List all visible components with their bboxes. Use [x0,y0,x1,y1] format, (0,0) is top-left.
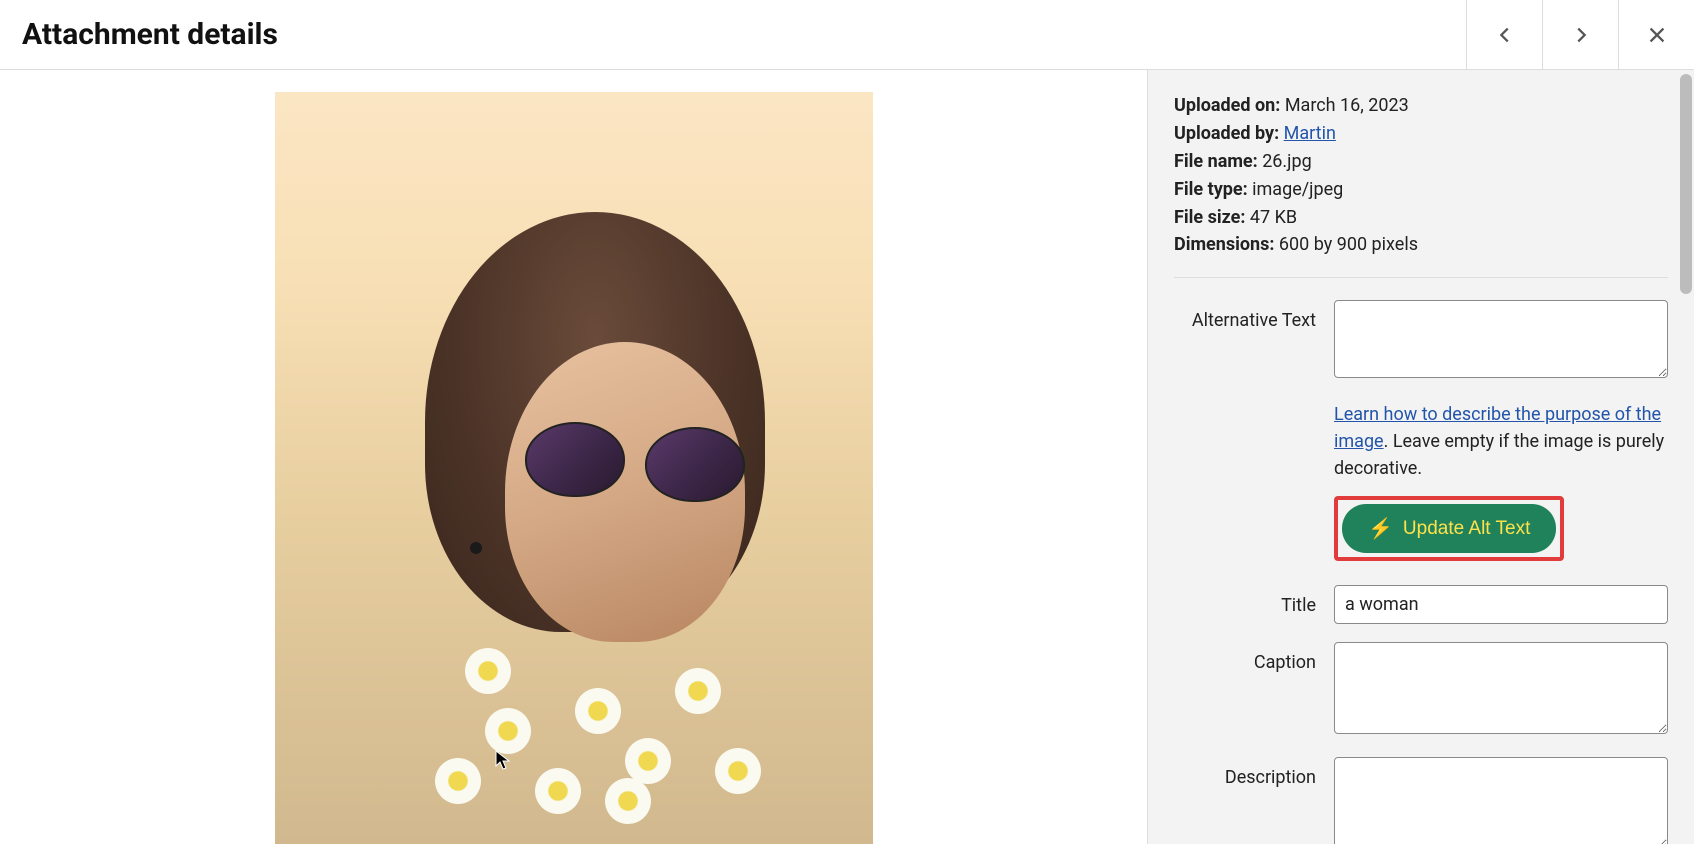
divider [1174,277,1668,278]
modal-content: Uploaded on: March 16, 2023 Uploaded by:… [0,70,1694,844]
bolt-icon: ⚡ [1368,516,1393,541]
uploaded-by-label: Uploaded by: [1174,123,1279,144]
next-button[interactable] [1542,0,1618,69]
close-icon [1646,24,1668,46]
description-label: Description [1174,757,1334,788]
alt-text-input[interactable] [1334,300,1668,378]
prev-button[interactable] [1466,0,1542,69]
chevron-right-icon [1570,24,1592,46]
file-name-label: File name: [1174,151,1258,172]
description-input[interactable] [1334,757,1668,844]
dimensions-value: 600 by 900 pixels [1279,234,1418,255]
description-field: Description [1174,757,1668,844]
modal-header: Attachment details [0,0,1694,70]
dimensions-label: Dimensions: [1174,234,1274,255]
alt-text-label: Alternative Text [1174,300,1334,331]
file-type-label: File type: [1174,179,1248,200]
attachment-image [275,92,873,844]
update-alt-highlight: ⚡ Update Alt Text [1334,496,1564,561]
caption-input[interactable] [1334,642,1668,734]
update-alt-text-label: Update Alt Text [1403,518,1530,540]
header-controls [1466,0,1694,69]
file-type-value: image/jpeg [1252,179,1343,200]
title-input[interactable] [1334,585,1668,624]
attachment-details-modal: Attachment details [0,0,1694,844]
alt-text-field: Alternative Text [1174,300,1668,383]
image-preview-pane [0,70,1147,844]
alt-help-text: . Leave empty if the image is purely dec… [1334,431,1664,479]
details-sidebar: Uploaded on: March 16, 2023 Uploaded by:… [1147,70,1694,844]
update-alt-text-button[interactable]: ⚡ Update Alt Text [1342,504,1556,553]
alt-help-block: Learn how to describe the purpose of the… [1334,401,1668,571]
caption-field: Caption [1174,642,1668,739]
close-button[interactable] [1618,0,1694,69]
file-size-value: 47 KB [1250,207,1297,228]
uploaded-on-value: March 16, 2023 [1285,95,1409,116]
chevron-left-icon [1494,24,1516,46]
caption-label: Caption [1174,642,1334,673]
modal-title: Attachment details [22,17,278,52]
file-size-label: File size: [1174,207,1245,228]
title-label: Title [1174,585,1334,616]
uploaded-by-link[interactable]: Martin [1284,123,1336,144]
file-name-value: 26.jpg [1262,151,1312,172]
scrollbar[interactable] [1680,74,1692,294]
uploaded-on-label: Uploaded on: [1174,95,1280,116]
title-field: Title [1174,585,1668,624]
file-metadata: Uploaded on: March 16, 2023 Uploaded by:… [1174,92,1668,259]
